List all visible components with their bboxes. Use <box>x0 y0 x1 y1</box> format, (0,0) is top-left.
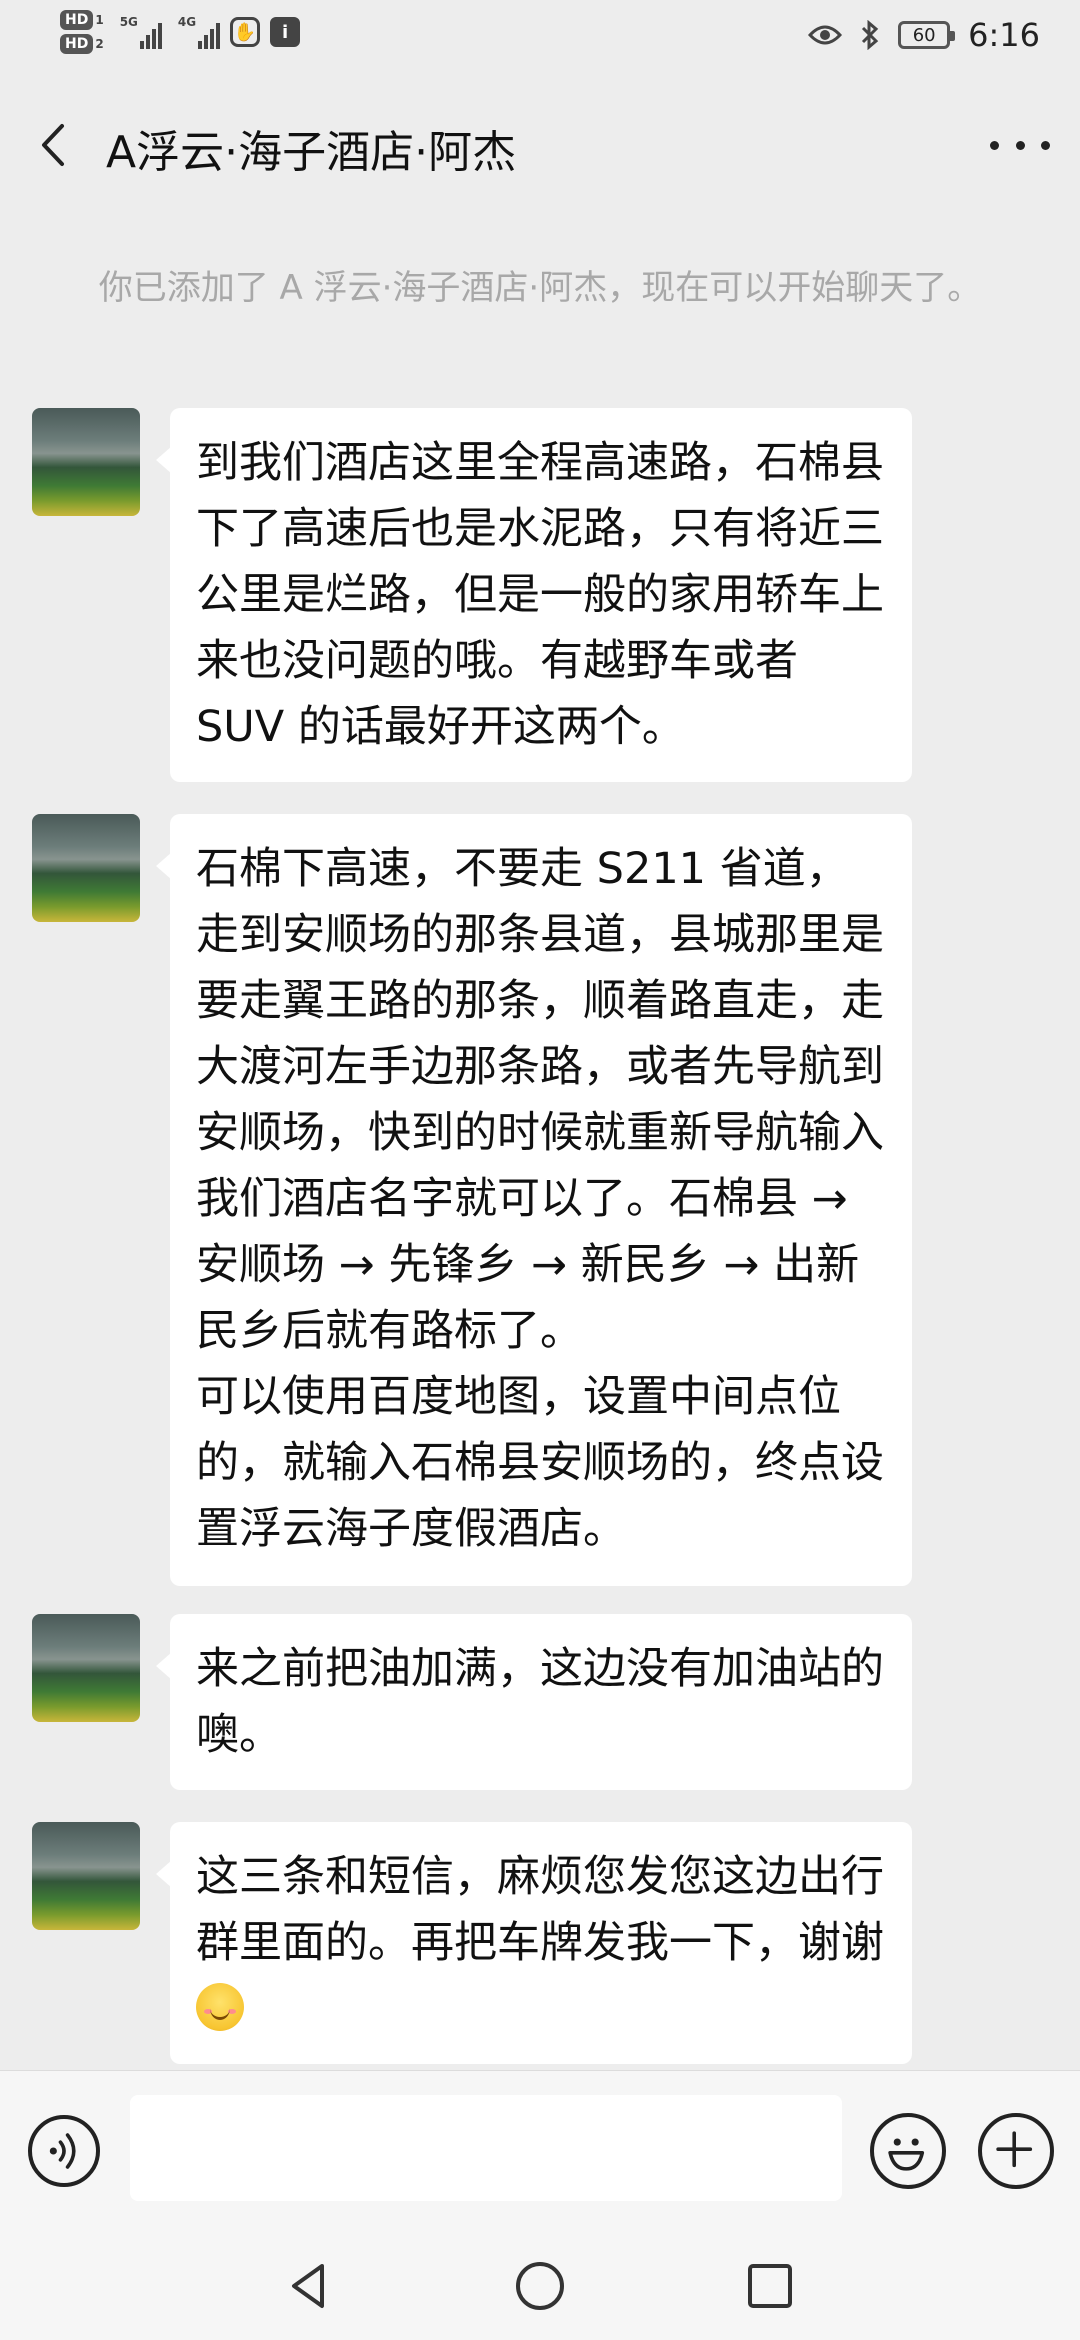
info-icon: i <box>270 17 301 47</box>
battery-level: 60 <box>912 24 936 46</box>
status-bar: HD 1 HD 2 5G 4G ✋ i 60 6:16 <box>0 0 1080 80</box>
voice-icon <box>49 2133 76 2169</box>
back-button[interactable] <box>30 120 80 170</box>
message-bubble[interactable]: 来之前把油加满，这边没有加油站的噢。 <box>156 1614 912 1790</box>
clock: 6:16 <box>968 16 1040 54</box>
message-input[interactable] <box>130 2095 842 2201</box>
hd-indicators: HD 1 HD 2 <box>60 10 104 54</box>
avatar[interactable] <box>32 814 140 922</box>
plus-icon <box>996 2131 1033 2168</box>
more-button[interactable] <box>990 130 1050 160</box>
hd2-label: HD <box>60 34 94 54</box>
message-text: 这三条和短信，麻烦您发您这边出行群里面的。再把车牌发我一下，谢谢 <box>196 1852 884 1968</box>
message-bubble[interactable]: 石棉下高速，不要走 S211 省道，走到安顺场的那条县道，县城那里是要走翼王路的… <box>156 814 912 1586</box>
avatar[interactable] <box>32 408 140 516</box>
bluetooth-icon <box>862 20 879 50</box>
chat-area[interactable]: 你已添加了 A 浮云·海子酒店·阿杰，现在可以开始聊天了。 到我们酒店这里全程高… <box>0 212 1080 2070</box>
smile-emoji-icon <box>196 1983 244 2031</box>
more-dots-icon <box>990 140 999 150</box>
message-bubble[interactable]: 到我们酒店这里全程高速路，石棉县下了高速后也是水泥路，只有将近三公里是烂路，但是… <box>156 408 912 782</box>
avatar[interactable] <box>32 1614 140 1722</box>
net2-label: 4G <box>177 15 197 29</box>
hd1-label: HD <box>60 10 94 30</box>
nav-home-icon[interactable] <box>510 2256 570 2316</box>
battery-icon: 60 <box>898 21 956 49</box>
hand-icon: ✋ <box>230 17 261 47</box>
emoji-icon <box>888 2138 925 2171</box>
message-bubble[interactable]: 这三条和短信，麻烦您发您这边出行群里面的。再把车牌发我一下，谢谢 <box>156 1822 912 2064</box>
hd1-indicator: HD 1 <box>60 10 104 30</box>
signal-5g-icon: 5G <box>120 15 162 49</box>
input-bar <box>0 2070 1080 2231</box>
nav-recent-icon[interactable] <box>740 2256 800 2316</box>
chat-title: A浮云·海子酒店·阿杰 <box>106 127 517 178</box>
avatar[interactable] <box>32 1822 140 1930</box>
chevron-left-icon <box>42 124 64 166</box>
chat-header: A浮云·海子酒店·阿杰 <box>0 80 1080 212</box>
hd2-indicator: HD 2 <box>60 34 104 54</box>
voice-button[interactable] <box>28 2115 100 2187</box>
hd1-sub: 1 <box>95 13 104 27</box>
status-right: 60 6:16 <box>808 16 1040 54</box>
system-nav-bar <box>0 2230 1080 2340</box>
net1-label: 5G <box>119 15 138 29</box>
emoji-button[interactable] <box>870 2113 946 2189</box>
plus-button[interactable] <box>978 2113 1054 2189</box>
system-notice: 你已添加了 A 浮云·海子酒店·阿杰，现在可以开始聊天了。 <box>98 268 982 308</box>
eye-icon <box>808 25 843 45</box>
nav-back-icon[interactable] <box>280 2256 340 2316</box>
signal-4g-icon: 4G <box>177 15 221 49</box>
status-left: HD 1 HD 2 5G 4G ✋ i <box>60 10 301 54</box>
hd2-sub: 2 <box>95 37 104 51</box>
